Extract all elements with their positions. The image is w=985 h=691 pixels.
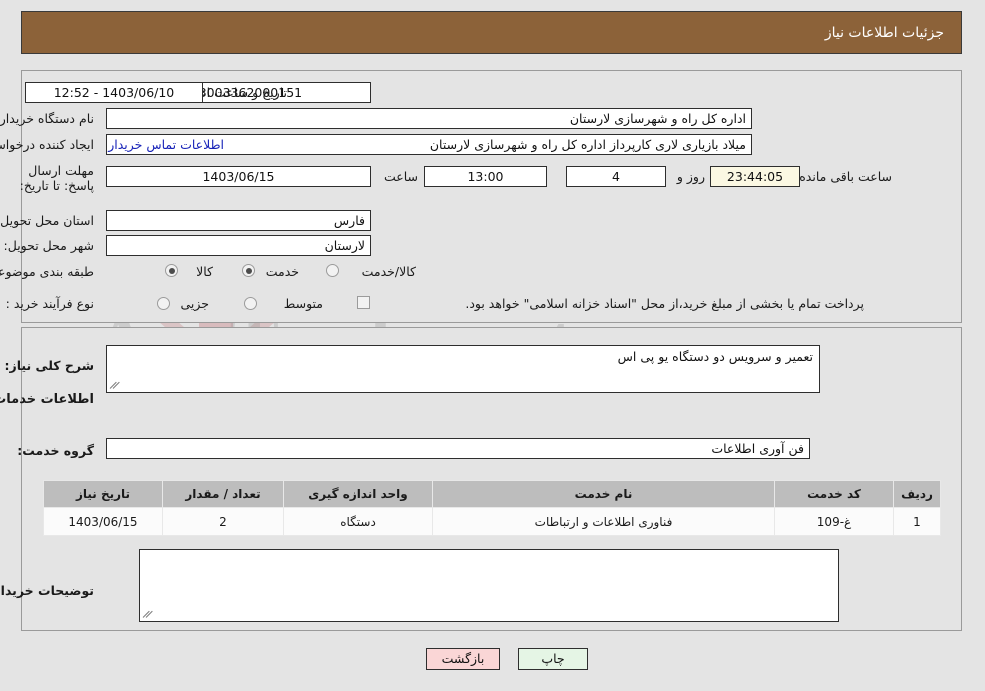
cell-radif: 1 bbox=[894, 507, 942, 536]
cell-unit: دستگاه bbox=[284, 507, 434, 536]
print-button[interactable]: چاپ bbox=[519, 648, 589, 670]
announce-datetime-field[interactable]: 1403/06/10 - 12:52 bbox=[26, 82, 204, 103]
cell-service-name: فناوری اطلاعات و ارتباطات bbox=[433, 507, 776, 536]
table-row[interactable]: 1 غ-109 فناوری اطلاعات و ارتباطات دستگاه… bbox=[44, 507, 942, 536]
buyer-org-label: نام دستگاه خریدار: bbox=[0, 111, 95, 126]
buyer-notes-label: توضیحات خریدار: bbox=[0, 583, 95, 598]
buyer-org-field[interactable]: اداره کل راه و شهرسازی لارستان bbox=[107, 108, 753, 129]
buyer-notes-textarea[interactable] bbox=[140, 549, 840, 622]
purchase-process-radio-jozei[interactable] bbox=[158, 297, 171, 310]
delivery-city-field[interactable]: لارستان bbox=[107, 235, 372, 256]
deadline-hour-field[interactable]: 13:00 bbox=[425, 166, 548, 187]
th-radif: ردیف bbox=[894, 480, 942, 508]
general-description-value: تعمیر و سرویس دو دستگاه یو پی اس bbox=[618, 349, 814, 364]
th-unit: واحد اندازه گیری bbox=[284, 480, 434, 508]
service-section-title: اطلاعات خدمات مورد نیاز bbox=[0, 392, 95, 407]
deadline-label: مهلت ارسال پاسخ: تا تاریخ: bbox=[20, 163, 95, 193]
request-creator-label: ایجاد کننده درخواست: bbox=[0, 137, 95, 152]
resize-grip-icon[interactable] bbox=[144, 609, 154, 619]
page-header: جزئیات اطلاعات نیاز bbox=[22, 11, 963, 54]
page-title: جزئیات اطلاعات نیاز bbox=[825, 25, 945, 41]
table-header-row: ردیف کد خدمت نام خدمت واحد اندازه گیری ت… bbox=[44, 480, 942, 508]
category-option-kala-khadamat-label[interactable]: کالا/خدمت bbox=[363, 264, 417, 279]
category-radio-kala-khadamat[interactable] bbox=[327, 264, 340, 277]
resize-grip-icon[interactable] bbox=[111, 380, 121, 390]
cell-service-code: غ-109 bbox=[775, 507, 895, 536]
deadline-date-field[interactable]: 1403/06/15 bbox=[107, 166, 372, 187]
cell-quantity: 2 bbox=[163, 507, 285, 536]
back-button[interactable]: بازگشت bbox=[427, 648, 501, 670]
service-items-table: ردیف کد خدمت نام خدمت واحد اندازه گیری ت… bbox=[44, 480, 942, 536]
countdown-field: 23:44:05 bbox=[711, 166, 801, 187]
purchase-process-label: نوع فرآیند خرید : bbox=[6, 296, 95, 311]
countdown-remaining-label: ساعت باقی مانده bbox=[800, 169, 893, 184]
deadline-days-label: روز و bbox=[677, 169, 706, 184]
treasury-payment-label: پرداخت تمام یا بخشی از مبلغ خرید،از محل … bbox=[466, 296, 865, 311]
delivery-city-label: شهر محل تحویل: bbox=[4, 238, 95, 253]
th-need-date: تاریخ نیاز bbox=[44, 480, 164, 508]
delivery-province-field[interactable]: فارس bbox=[107, 210, 372, 231]
th-service-name: نام خدمت bbox=[433, 480, 776, 508]
buyer-contact-link[interactable]: اطلاعات تماس خریدار bbox=[109, 137, 225, 152]
deadline-hour-label: ساعت bbox=[384, 169, 419, 184]
general-description-label: شرح کلی نیاز: bbox=[5, 358, 95, 373]
purchase-process-option-jozei-label[interactable]: جزیی bbox=[181, 296, 210, 311]
category-option-kala-label[interactable]: کالا bbox=[197, 264, 214, 279]
purchase-process-option-motevaset-label[interactable]: متوسط bbox=[285, 296, 324, 311]
category-label: طبقه بندی موضوعی: bbox=[0, 264, 95, 279]
purchase-process-radio-motevaset[interactable] bbox=[245, 297, 258, 310]
cell-need-date: 1403/06/15 bbox=[44, 507, 164, 536]
category-radio-khadamat[interactable] bbox=[243, 264, 256, 277]
service-group-label: گروه خدمت: bbox=[18, 443, 95, 458]
general-description-textarea[interactable]: تعمیر و سرویس دو دستگاه یو پی اس bbox=[107, 345, 821, 393]
category-radio-kala[interactable] bbox=[166, 264, 179, 277]
th-service-code: کد خدمت bbox=[775, 480, 895, 508]
deadline-days-field[interactable]: 4 bbox=[567, 166, 667, 187]
th-quantity: تعداد / مقدار bbox=[163, 480, 285, 508]
delivery-province-label: استان محل تحویل: bbox=[0, 213, 95, 228]
service-group-field[interactable]: فن آوری اطلاعات bbox=[107, 438, 811, 459]
category-option-khadamat-label[interactable]: خدمت bbox=[267, 264, 300, 279]
treasury-payment-checkbox[interactable] bbox=[358, 296, 371, 309]
